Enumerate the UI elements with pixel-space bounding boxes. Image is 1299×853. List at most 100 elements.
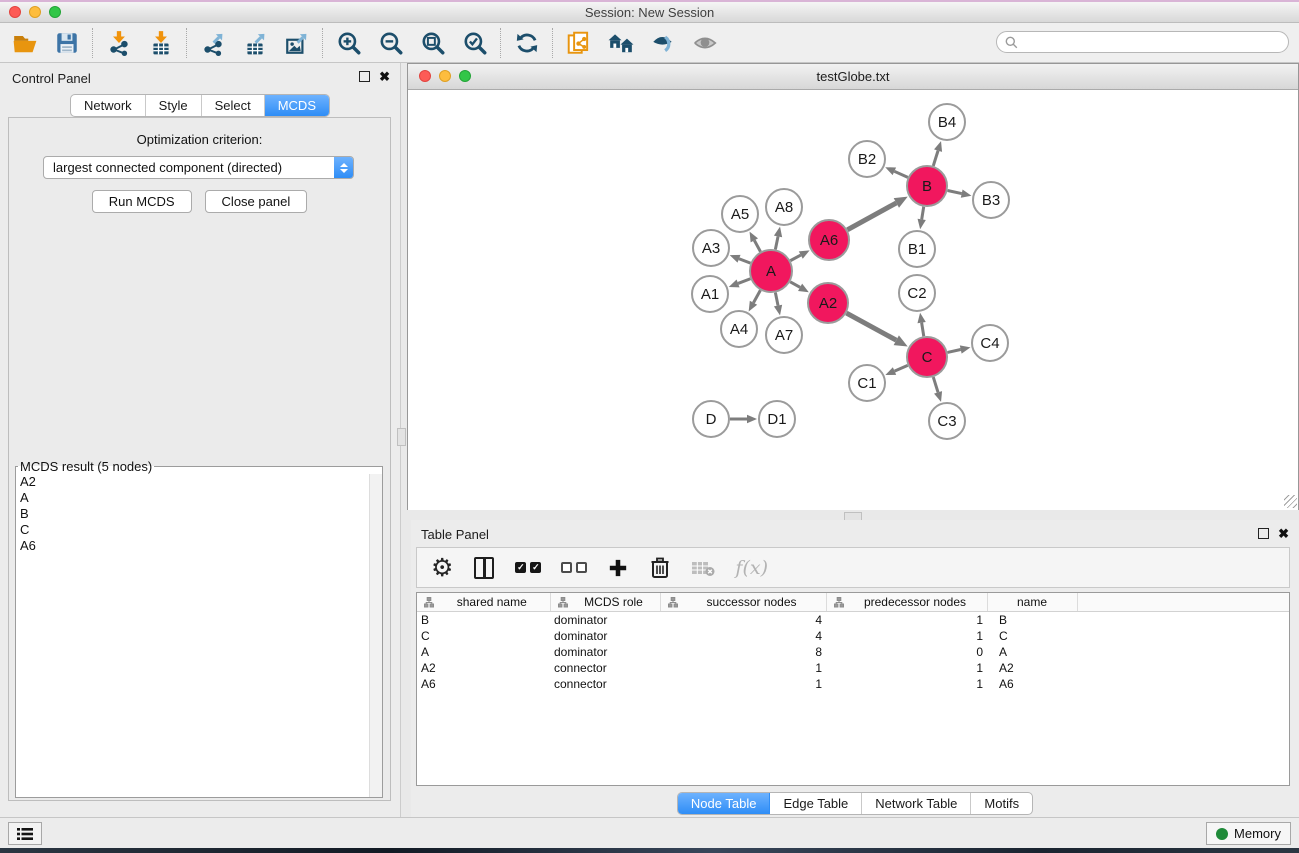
network-window-titlebar[interactable]: testGlobe.txt — [408, 64, 1298, 90]
cell-shared-name[interactable]: B — [417, 612, 550, 629]
mcds-result-scrollbar[interactable] — [369, 474, 382, 797]
cell-predecessor-nodes[interactable]: 1 — [826, 660, 987, 676]
cell-predecessor-nodes[interactable]: 1 — [826, 628, 987, 644]
float-panel-icon[interactable] — [359, 71, 370, 82]
cell-MCDS-role[interactable]: connector — [550, 660, 660, 676]
cell-MCDS-role[interactable]: dominator — [550, 612, 660, 629]
cell-MCDS-role[interactable]: dominator — [550, 644, 660, 660]
tab-select[interactable]: Select — [202, 95, 265, 116]
open-session-icon[interactable] — [12, 30, 38, 56]
tab-motifs[interactable]: Motifs — [971, 793, 1032, 814]
tab-mcds[interactable]: MCDS — [265, 95, 329, 116]
search-box[interactable] — [996, 31, 1289, 53]
tab-network-table[interactable]: Network Table — [862, 793, 971, 814]
graphics-details-icon[interactable] — [650, 30, 676, 56]
table-row[interactable]: A2connector11A2 — [417, 660, 1289, 676]
tab-node-table[interactable]: Node Table — [678, 793, 771, 814]
edge-B-B2[interactable] — [894, 171, 907, 177]
column-header-shared-name[interactable]: shared name — [417, 593, 550, 612]
clone-network-icon[interactable] — [566, 30, 592, 56]
network-window[interactable]: testGlobe.txt B4B2BB3A8A5A6B1A3AC2A1A2A4… — [407, 63, 1299, 510]
app-titlebar[interactable]: Session: New Session — [0, 2, 1299, 23]
cell-MCDS-role[interactable]: dominator — [550, 628, 660, 644]
edge-A-A7[interactable] — [775, 293, 778, 306]
edge-B-B4[interactable] — [933, 151, 938, 166]
column-layout-icon[interactable] — [473, 555, 495, 581]
search-input[interactable] — [1018, 33, 1288, 51]
float-table-panel-icon[interactable] — [1258, 528, 1269, 539]
window-resize-grip[interactable] — [1284, 495, 1297, 508]
import-table-icon[interactable] — [148, 30, 174, 56]
cell-successor-nodes[interactable]: 4 — [660, 628, 826, 644]
edge-A2-C[interactable] — [846, 313, 896, 340]
edge-A-A2[interactable] — [790, 282, 800, 288]
mcds-result-item[interactable]: B — [16, 506, 370, 522]
tab-edge-table[interactable]: Edge Table — [770, 793, 862, 814]
cell-successor-nodes[interactable]: 4 — [660, 612, 826, 629]
save-session-icon[interactable] — [54, 30, 80, 56]
divider-grip-vertical[interactable] — [397, 428, 406, 446]
cell-name[interactable]: C — [987, 628, 1077, 644]
zoom-selected-icon[interactable] — [462, 30, 488, 56]
close-table-panel-icon[interactable]: ✖ — [1278, 528, 1289, 539]
edge-A-A4[interactable] — [753, 290, 760, 302]
cell-shared-name[interactable]: C — [417, 628, 550, 644]
mcds-result-item[interactable]: A6 — [16, 538, 370, 554]
edge-A-A5[interactable] — [754, 240, 760, 251]
settings-icon[interactable]: ⚙ — [431, 555, 453, 581]
column-header-MCDS-role[interactable]: MCDS role — [550, 593, 660, 612]
cell-MCDS-role[interactable]: connector — [550, 676, 660, 692]
network-canvas[interactable]: B4B2BB3A8A5A6B1A3AC2A1A2A4A7C4CC1C3DD1 — [408, 90, 1298, 510]
deselect-all-icon[interactable] — [561, 555, 587, 581]
node-table[interactable]: shared nameMCDS rolesuccessor nodesprede… — [416, 592, 1290, 786]
edge-C-C2[interactable] — [922, 323, 924, 337]
edge-A-A1[interactable] — [738, 279, 750, 284]
tab-network[interactable]: Network — [71, 95, 146, 116]
zoom-in-icon[interactable] — [336, 30, 362, 56]
cell-predecessor-nodes[interactable]: 1 — [826, 676, 987, 692]
cell-successor-nodes[interactable]: 1 — [660, 676, 826, 692]
edge-B-B3[interactable] — [948, 190, 962, 193]
close-panel-icon[interactable]: ✖ — [379, 71, 390, 82]
close-panel-button[interactable]: Close panel — [205, 190, 308, 213]
cell-name[interactable]: A — [987, 644, 1077, 660]
run-mcds-button[interactable]: Run MCDS — [92, 190, 192, 213]
table-row[interactable]: A6connector11A6 — [417, 676, 1289, 692]
cell-name[interactable]: A6 — [987, 676, 1077, 692]
export-network-icon[interactable] — [200, 30, 226, 56]
edge-C-C1[interactable] — [895, 365, 908, 371]
cell-predecessor-nodes[interactable]: 1 — [826, 612, 987, 629]
select-all-icon[interactable]: ✓✓ — [515, 555, 541, 581]
mcds-result-item[interactable]: A — [16, 490, 370, 506]
tab-style[interactable]: Style — [146, 95, 202, 116]
edge-B-B1[interactable] — [922, 207, 924, 220]
table-row[interactable]: Bdominator41B — [417, 612, 1289, 629]
hide-graphics-details-icon[interactable] — [692, 30, 718, 56]
cell-name[interactable]: A2 — [987, 660, 1077, 676]
column-header-successor-nodes[interactable]: successor nodes — [660, 593, 826, 612]
refresh-icon[interactable] — [514, 30, 540, 56]
edge-C-C3[interactable] — [933, 377, 938, 392]
add-column-icon[interactable] — [607, 555, 629, 581]
home-icon[interactable] — [608, 30, 634, 56]
criterion-dropdown[interactable]: largest connected component (directed) — [43, 156, 354, 179]
edge-A-A3[interactable] — [739, 259, 750, 263]
zoom-fit-icon[interactable] — [420, 30, 446, 56]
mcds-result-item[interactable]: A2 — [16, 474, 370, 490]
export-table-icon[interactable] — [242, 30, 268, 56]
edge-A-A6[interactable] — [790, 255, 800, 261]
cell-successor-nodes[interactable]: 8 — [660, 644, 826, 660]
column-header-predecessor-nodes[interactable]: predecessor nodes — [826, 593, 987, 612]
delete-column-icon[interactable] — [649, 555, 671, 581]
task-history-button[interactable] — [8, 822, 42, 845]
cell-shared-name[interactable]: A2 — [417, 660, 550, 676]
memory-button[interactable]: Memory — [1206, 822, 1291, 845]
zoom-out-icon[interactable] — [378, 30, 404, 56]
cell-successor-nodes[interactable]: 1 — [660, 660, 826, 676]
network-graph[interactable]: B4B2BB3A8A5A6B1A3AC2A1A2A4A7C4CC1C3DD1 — [408, 90, 1298, 510]
edge-A-A8[interactable] — [775, 236, 778, 249]
mcds-result-list[interactable]: A2ABCA6 — [16, 474, 370, 797]
edge-A6-B[interactable] — [847, 203, 896, 230]
column-header-name[interactable]: name — [987, 593, 1077, 612]
edge-C-C4[interactable] — [947, 350, 960, 353]
